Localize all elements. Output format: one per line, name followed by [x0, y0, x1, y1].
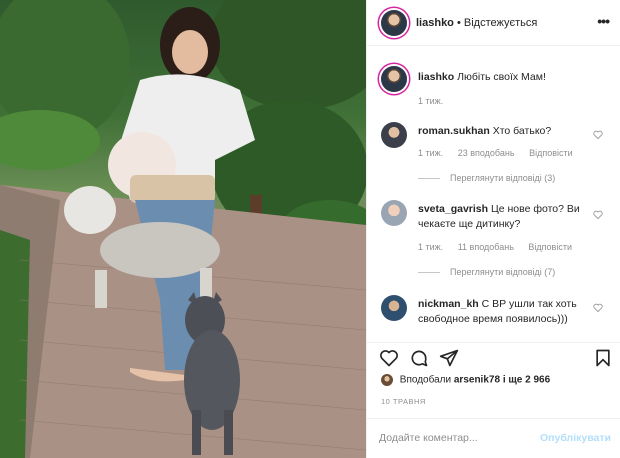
comment-likes[interactable]: 23 вподобань	[458, 148, 515, 158]
comment-body: sveta_gavrish Це нове фото? Ви чекаєте щ…	[418, 202, 594, 232]
post-action-bar	[367, 342, 620, 370]
comment-reply-button[interactable]: Відповісти	[528, 242, 572, 252]
comment-like-heart-icon[interactable]	[593, 303, 603, 312]
replies-line	[418, 272, 440, 274]
liker-avatar[interactable]	[381, 374, 393, 386]
author-avatar[interactable]	[381, 10, 407, 36]
caption: liashko Любіть своїх Мам!	[418, 70, 594, 85]
instagram-post-modal: liashko • Відстежується ••• liashko Любі…	[0, 0, 620, 458]
comment-time[interactable]: 1 тиж.	[418, 242, 443, 252]
author-header: liashko • Відстежується	[416, 17, 537, 29]
view-replies-label[interactable]: Переглянути відповіді (7)	[450, 267, 555, 277]
publish-button[interactable]: Опублікувати	[540, 432, 611, 444]
comment-input[interactable]: Додайте коментар...	[379, 432, 478, 444]
more-icon[interactable]: •••	[597, 13, 610, 29]
likes-prefix: Вподобали	[399, 374, 452, 386]
comment-meta: 1 тиж. 23 вподобань Відповісти	[418, 148, 585, 158]
author-username[interactable]: liashko	[416, 17, 454, 29]
comment-reply-button[interactable]: Відповісти	[529, 148, 573, 158]
post-photo-illustration	[0, 0, 366, 458]
bookmark-icon[interactable]	[593, 348, 613, 368]
view-replies-label[interactable]: Переглянути відповіді (3)	[450, 173, 555, 183]
comment-username[interactable]: nickman_kh	[418, 298, 479, 310]
comment-time[interactable]: 1 тиж.	[418, 148, 443, 158]
view-replies[interactable]: Переглянути відповіді (3)	[418, 173, 555, 183]
liker-username[interactable]: arsenik78	[454, 375, 500, 386]
caption-author-avatar[interactable]	[381, 66, 407, 92]
follow-status[interactable]: Відстежується	[464, 17, 537, 29]
comment-username[interactable]: sveta_gavrish	[418, 203, 488, 215]
post-side-panel: liashko • Відстежується ••• liashko Любі…	[366, 0, 620, 458]
comment-avatar[interactable]	[381, 122, 407, 148]
heart-icon[interactable]	[379, 348, 399, 368]
comment-body: nickman_kh С ВР ушли так хоть свободное …	[418, 297, 594, 327]
caption-text: Любіть своїх Мам!	[457, 71, 546, 83]
share-icon[interactable]	[439, 348, 459, 368]
comment-like-heart-icon[interactable]	[593, 210, 603, 219]
comment-meta: 1 тиж. 11 вподобань Відповісти	[418, 242, 584, 252]
likes-summary: Вподобали arsenik78 і ще 2 966	[381, 374, 550, 386]
header-separator: •	[456, 17, 461, 29]
comment-username[interactable]: roman.sukhan	[418, 125, 490, 137]
caption-username[interactable]: liashko	[418, 71, 454, 83]
comment-text: Хто батько?	[492, 125, 552, 137]
comment-like-heart-icon[interactable]	[593, 130, 603, 139]
comment-icon[interactable]	[409, 348, 429, 368]
replies-line	[418, 178, 440, 180]
post-header: liashko • Відстежується •••	[367, 0, 620, 46]
comment-likes[interactable]: 11 вподобань	[458, 242, 514, 252]
post-photo[interactable]	[0, 0, 366, 458]
comment-avatar[interactable]	[381, 200, 407, 226]
caption-time[interactable]: 1 тиж.	[418, 96, 443, 106]
likes-count[interactable]: і ще 2 966	[503, 375, 550, 386]
comment-avatar[interactable]	[381, 295, 407, 321]
post-date[interactable]: 10 ТРАВНЯ	[381, 397, 426, 406]
comment-body: roman.sukhan Хто батько?	[418, 124, 594, 139]
view-replies[interactable]: Переглянути відповіді (7)	[418, 267, 555, 277]
add-comment-bar: Додайте коментар... Опублікувати	[367, 418, 620, 458]
